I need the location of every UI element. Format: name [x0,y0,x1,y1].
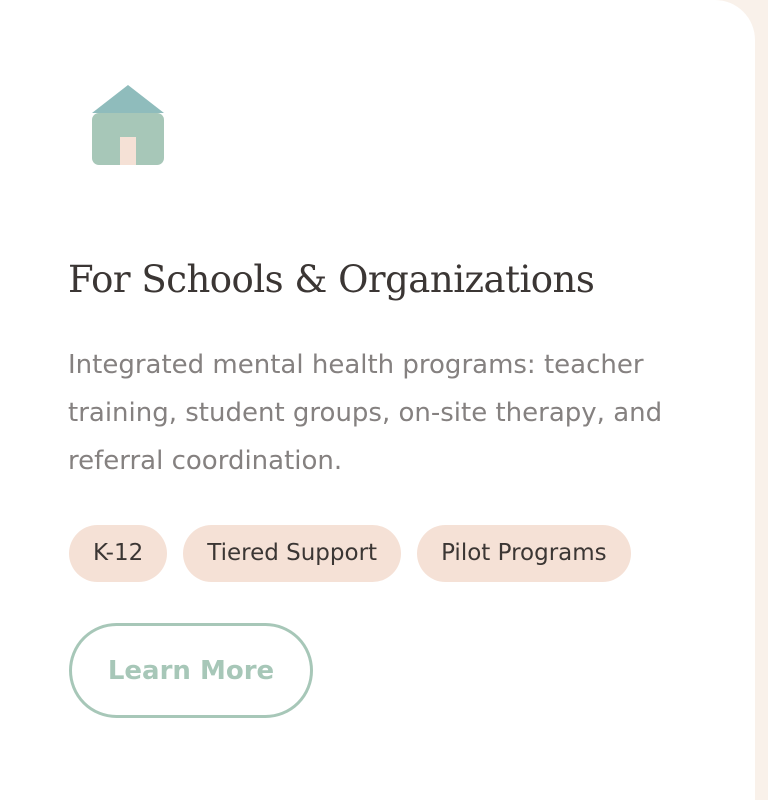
tag-k12: K-12 [69,525,168,582]
card-title: For Schools & Organizations [68,258,595,301]
tag-list: K-12 Tiered Support Pilot Programs [69,525,631,582]
tag-pilot-programs: Pilot Programs [417,525,631,582]
house-icon [92,85,164,165]
card-description: Integrated mental health programs: teach… [68,350,663,476]
service-card: For Schools & Organizations Integrated m… [0,0,755,800]
tag-tiered-support: Tiered Support [183,525,402,582]
learn-more-button[interactable]: Learn More [69,623,313,718]
